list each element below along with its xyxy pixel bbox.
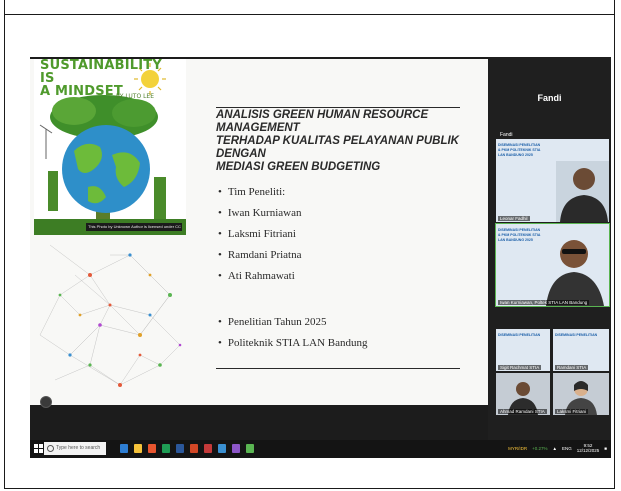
meeting-screen: SUSTAINABILITY IS A MINDSET BY LUTO LEE … — [30, 57, 611, 458]
pdf-icon[interactable] — [204, 444, 212, 453]
participant-tile-active[interactable]: DISEMINASI PENELITIAN & PKM POLITEKNIK S… — [495, 223, 610, 307]
zoom-icon[interactable] — [218, 444, 226, 453]
excel-icon[interactable] — [162, 444, 170, 453]
windows-taskbar: Type here to search MYR/IDR +0.27% ▲ ENG… — [30, 440, 611, 458]
participant-tile[interactable]: DISEMINASI PENELITIAN Sigit Rachmat STIA — [496, 329, 550, 371]
bottom-rule — [216, 368, 460, 369]
list-item: Politeknik STIA LAN Bandung — [218, 333, 368, 354]
info-list: Penelitian Tahun 2025 Politeknik STIA LA… — [218, 312, 368, 354]
list-item: Tim Peneliti: — [218, 182, 301, 203]
taskbar-clock[interactable]: 9:52 12/12/2025 — [577, 443, 600, 453]
participant-video — [556, 161, 609, 222]
taskbar-search-box[interactable]: Type here to search — [44, 442, 106, 455]
active-speaker-name: Fandi — [537, 93, 562, 103]
app-icon[interactable] — [246, 444, 254, 453]
participants-panel: Fandi Fandi DISEMINASI PENELITIAN & PKM … — [488, 57, 611, 458]
participant-tile[interactable]: DISEMINASI PENELITIAN Ramdani STIA — [553, 329, 609, 371]
self-tile-label: Fandi — [500, 132, 513, 138]
shared-slide: SUSTAINABILITY IS A MINDSET BY LUTO LEE … — [30, 59, 488, 405]
list-item: Penelitian Tahun 2025 — [218, 312, 368, 333]
sustainability-poster: SUSTAINABILITY IS A MINDSET BY LUTO LEE … — [34, 59, 186, 235]
list-item: Ati Rahmawati — [218, 266, 301, 287]
participant-tile[interactable]: Laksmi Fitriani — [553, 373, 609, 415]
participant-name: Ahmad Ramdani STIA — [498, 409, 547, 414]
participant-tile[interactable]: DISEMINASI PENELITIAN & PKM POLITEKNIK S… — [496, 139, 609, 222]
taskbar-apps — [120, 444, 254, 453]
windows-start-icon[interactable] — [34, 444, 43, 453]
chrome-icon[interactable] — [148, 444, 156, 453]
participant-tile[interactable]: Ahmad Ramdani STIA — [496, 373, 550, 415]
slide-title-line2: TERHADAP KUALITAS PELAYANAN PUBLIK DENGA… — [216, 135, 459, 160]
participant-name: Ramdani STIA — [555, 365, 589, 370]
participant-video — [546, 240, 604, 306]
list-item: Ramdani Priatna — [218, 245, 302, 266]
network-graphic — [39, 244, 182, 387]
list-item: Laksmi Fitriani — [218, 224, 301, 245]
file-explorer-icon[interactable] — [134, 444, 142, 453]
poster-author: BY LUTO LEE — [116, 93, 155, 100]
language-indicator[interactable]: ENG — [562, 446, 572, 451]
header-rule — [4, 14, 615, 15]
tile-slide-title: DISEMINASI PENELITIAN — [498, 333, 541, 337]
system-tray: MYR/IDR +0.27% ▲ ENG 9:52 12/12/2025 ■ — [508, 443, 607, 453]
market-change: +0.27% — [532, 445, 548, 451]
task-view-icon[interactable] — [120, 444, 128, 453]
wifi-icon[interactable]: ▲ — [553, 446, 557, 451]
slide-title-line1: ANALISIS GREEN HUMAN RESOURCE MANAGEMENT — [216, 109, 429, 134]
poster-credit: This Photo by Unknown Author is licensed… — [86, 223, 182, 231]
list-item: Iwan Kurniawan — [218, 203, 302, 224]
market-widget[interactable]: MYR/IDR — [508, 446, 527, 451]
teams-icon[interactable] — [232, 444, 240, 453]
slide-title: ANALISIS GREEN HUMAN RESOURCE MANAGEMENT… — [216, 109, 480, 174]
participant-name: Laksmi Fitriani — [555, 409, 589, 414]
team-list: Tim Peneliti: Iwan Kurniawan Laksmi Fitr… — [218, 182, 302, 287]
word-icon[interactable] — [176, 444, 184, 453]
title-top-rule — [216, 107, 460, 108]
poster-title-line1: SUSTAINABILITY IS — [40, 59, 162, 86]
clock-date: 12/12/2025 — [576, 448, 600, 453]
powerpoint-icon[interactable] — [190, 444, 198, 453]
search-placeholder: Type here to search — [56, 445, 101, 451]
participant-name: Iwan Kurniawan, Poltek STIA LAN Bandung — [498, 300, 590, 305]
mic-status-icon[interactable] — [40, 396, 52, 408]
slide-title-line3: MEDIASI GREEN BUDGETING — [216, 161, 381, 173]
tile-slide-title: DISEMINASI PENELITIAN — [555, 333, 598, 337]
notifications-icon[interactable]: ■ — [604, 446, 607, 451]
search-icon — [47, 445, 54, 452]
participant-name: Leonar Fadhil — [498, 216, 530, 221]
participant-name: Sigit Rachmat STIA — [498, 365, 542, 370]
